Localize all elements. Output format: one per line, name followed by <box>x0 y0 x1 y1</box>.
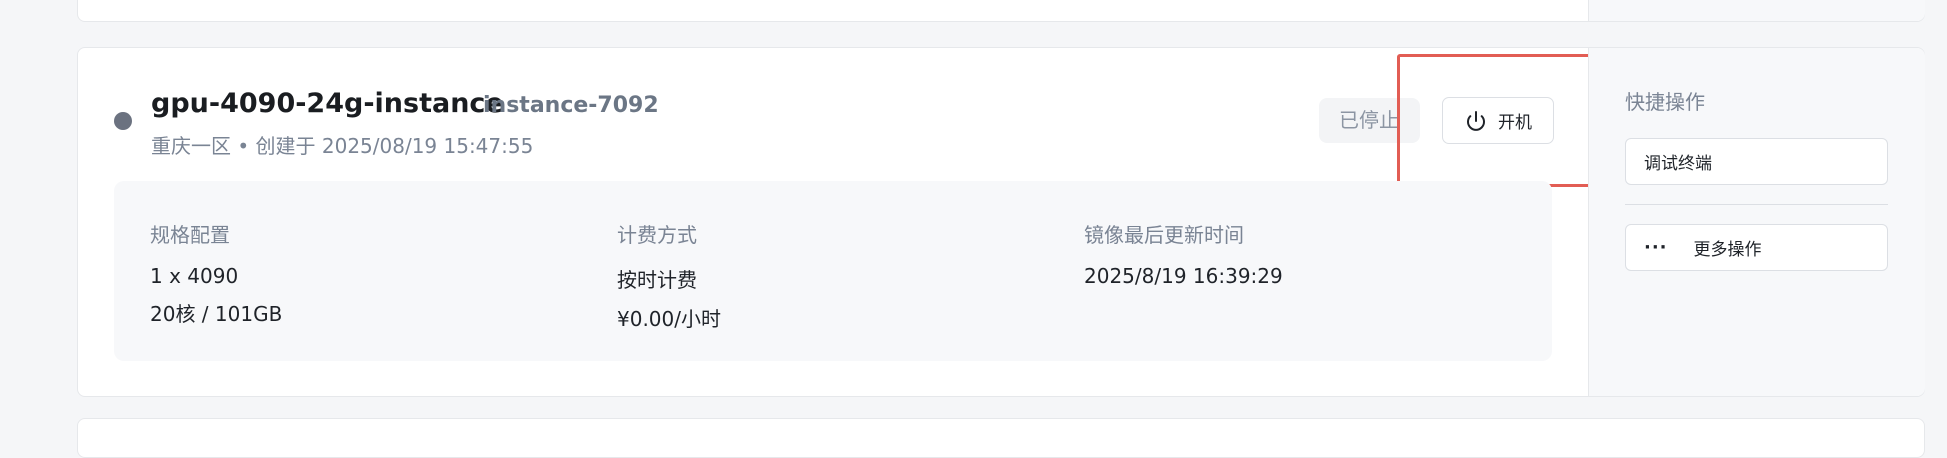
previous-card-side-panel <box>1588 0 1925 21</box>
previous-instance-card <box>77 0 1925 22</box>
spec-image-updated: 2025/8/19 16:39:29 <box>1084 264 1283 288</box>
more-actions-label: 更多操作 <box>1693 240 1762 260</box>
instance-subtitle: 重庆一区 • 创建于 2025/08/19 15:47:55 <box>151 134 534 158</box>
debug-terminal-label: 调试终端 <box>1644 154 1712 174</box>
more-actions-button[interactable]: ··· 更多操作 <box>1625 224 1888 271</box>
spec-billing-mode: 按时计费 <box>617 268 697 292</box>
status-dot-icon <box>114 112 132 130</box>
divider <box>1625 204 1888 205</box>
next-instance-card <box>77 418 1925 458</box>
spec-billing-price: ¥0.00/小时 <box>617 307 721 331</box>
spec-config-gpu: 1 x 4090 <box>150 264 239 288</box>
instance-name: gpu-4090-24g-instance <box>151 88 504 119</box>
quick-actions-panel: 快捷操作 调试终端 ··· 更多操作 <box>1588 48 1925 396</box>
spec-image: 镜像最后更新时间 2025/8/19 16:39:29 <box>1084 219 1283 288</box>
instance-id: instance-7092 <box>483 93 659 118</box>
debug-terminal-button[interactable]: 调试终端 <box>1625 138 1888 185</box>
status-badge: 已停止 <box>1319 98 1420 143</box>
spec-billing-label: 计费方式 <box>617 223 697 247</box>
power-icon <box>1467 110 1485 131</box>
spec-config-label: 规格配置 <box>150 223 230 247</box>
spec-billing: 计费方式 按时计费 ¥0.00/小时 <box>617 219 721 332</box>
ellipsis-icon: ··· <box>1644 237 1668 258</box>
spec-image-label: 镜像最后更新时间 <box>1084 223 1244 247</box>
spec-config-cpu-mem: 20核 / 101GB <box>150 302 283 326</box>
instance-card: gpu-4090-24g-instance instance-7092 重庆一区… <box>77 47 1925 397</box>
spec-config: 规格配置 1 x 4090 20核 / 101GB <box>150 219 282 327</box>
power-on-button[interactable]: 开机 <box>1442 97 1554 144</box>
power-on-label: 开机 <box>1498 113 1532 133</box>
quick-actions-title: 快捷操作 <box>1625 90 1705 114</box>
spec-panel: 规格配置 1 x 4090 20核 / 101GB 计费方式 按时计费 ¥0.0… <box>114 181 1552 361</box>
